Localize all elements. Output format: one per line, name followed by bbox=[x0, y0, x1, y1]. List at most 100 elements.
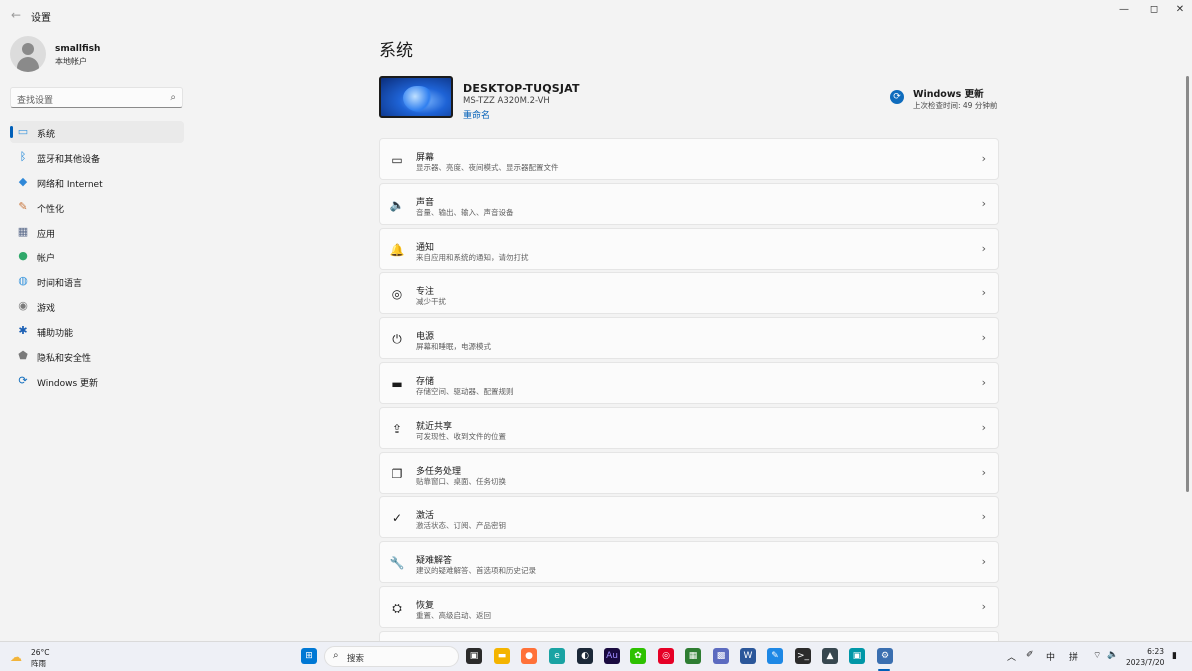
word-icon[interactable]: W bbox=[740, 648, 756, 664]
sidebar-item-label: 蓝牙和其他设备 bbox=[37, 154, 101, 165]
card-description: 音量、输出、输入、声音设备 bbox=[416, 207, 514, 217]
settings-card-speaker[interactable]: 🔈 声音 音量、输出、输入、声音设备 › bbox=[379, 182, 999, 225]
sidebar-item-shield[interactable]: ⬟ 隐私和安全性 bbox=[10, 345, 184, 367]
search-input[interactable]: 查找设置 ⌕ bbox=[10, 87, 183, 108]
sidebar-item-apps[interactable]: ▦ 应用 bbox=[10, 221, 184, 243]
wechat-icon[interactable]: ✿ bbox=[630, 648, 646, 664]
netease-music-icon[interactable]: ◎ bbox=[658, 648, 674, 664]
avatar[interactable] bbox=[10, 36, 46, 72]
minimize-button[interactable]: — bbox=[1110, 2, 1138, 18]
card-description: 重置、高级启动、返回 bbox=[416, 610, 491, 620]
chevron-right-icon: › bbox=[981, 599, 986, 613]
brush-icon: ✎ bbox=[18, 199, 28, 213]
chevron-right-icon: › bbox=[981, 241, 986, 255]
windows-update-icon: ⟳ bbox=[18, 373, 28, 387]
settings-card-power[interactable]: ⏻ 电源 屏幕和睡眠，电源模式 › bbox=[379, 317, 999, 360]
settings-card-focus[interactable]: ◎ 专注 减少干扰 › bbox=[379, 272, 999, 315]
settings-card-storage[interactable]: ▬ 存储 存储空间、驱动器、配置规则 › bbox=[379, 361, 999, 404]
taskbar-search[interactable]: ⌕ 搜索 bbox=[324, 646, 459, 667]
globe-clock-icon: ◍ bbox=[18, 274, 28, 288]
audition-icon[interactable]: Au bbox=[604, 648, 620, 664]
rename-link[interactable]: 重命名 bbox=[463, 108, 490, 121]
share-icon: ⇪ bbox=[391, 421, 403, 436]
maximize-button[interactable]: ◻ bbox=[1140, 2, 1168, 18]
close-button[interactable]: ✕ bbox=[1166, 2, 1192, 18]
sidebar-item-bluetooth[interactable]: ᛒ 蓝牙和其他设备 bbox=[10, 146, 184, 168]
settings-card-multitask[interactable]: ❐ 多任务处理 贴靠窗口、桌面、任务切换 › bbox=[379, 451, 999, 494]
start-icon[interactable]: ⊞ bbox=[301, 648, 317, 664]
terminal-icon[interactable]: >_ bbox=[795, 648, 811, 664]
scrollbar[interactable] bbox=[1186, 76, 1189, 492]
chevron-up-icon[interactable]: ︿ bbox=[1007, 650, 1016, 663]
sidebar-item-globe-clock[interactable]: ◍ 时间和语言 bbox=[10, 270, 184, 292]
card-description: 贴靠窗口、桌面、任务切换 bbox=[416, 476, 506, 486]
settings-card-wrench[interactable]: 🔧 疑难解答 建议的疑难解答、首选项和历史记录 › bbox=[379, 541, 999, 584]
card-description: 屏幕和睡眠，电源模式 bbox=[416, 342, 491, 352]
wallpaper-bloom-shape bbox=[403, 86, 433, 112]
taskbar: ☁ 26°C 阵雨 ⊞ ▣ ▬ ● e ◐ Au ✿ ◎ ▦ ▩ W ✎ >_ ▲ ▣ ⚙ ⌕ 搜索 ︿ ✐ 中… bbox=[0, 641, 1192, 671]
sidebar-item-account[interactable]: ● 帐户 bbox=[10, 245, 184, 267]
edge-icon[interactable]: e bbox=[549, 648, 565, 664]
settings-card-share[interactable]: ⇪ 就近共享 可发现性、收到文件的位置 › bbox=[379, 406, 999, 449]
gamepad-icon: ◉ bbox=[18, 299, 28, 313]
notification-icon[interactable]: ▮ bbox=[1172, 651, 1182, 662]
chevron-right-icon: › bbox=[981, 375, 986, 389]
volume-icon[interactable]: 🔈 bbox=[1107, 650, 1118, 660]
chevron-right-icon: › bbox=[981, 420, 986, 434]
paint-icon[interactable]: ✎ bbox=[767, 648, 783, 664]
settings-card-check-circle[interactable]: ✓ 激活 激活状态、订阅、产品密钥 › bbox=[379, 496, 999, 539]
windows-update-icon[interactable]: ⟳ bbox=[890, 90, 904, 104]
chevron-right-icon: › bbox=[981, 286, 986, 300]
chevron-right-icon: › bbox=[981, 196, 986, 210]
settings-card-recovery[interactable]: ⛭ 恢复 重置、高级启动、返回 › bbox=[379, 585, 999, 628]
sidebar-item-label: 系统 bbox=[37, 130, 56, 140]
app-green-icon[interactable]: ▦ bbox=[685, 648, 701, 664]
sidebar-item-label: 个性化 bbox=[37, 204, 65, 215]
remote-desktop-icon[interactable]: ▣ bbox=[849, 648, 865, 664]
pen-icon[interactable]: ✐ bbox=[1026, 650, 1034, 660]
weather-temp: 26°C bbox=[31, 648, 50, 657]
card-description: 来自应用和系统的通知，请勿打扰 bbox=[416, 252, 529, 262]
sidebar-item-label: Windows 更新 bbox=[37, 378, 99, 389]
card-description: 存储空间、驱动器、配置规则 bbox=[416, 386, 514, 396]
multitask-icon: ❐ bbox=[391, 466, 403, 481]
speaker-icon: 🔈 bbox=[389, 197, 405, 212]
chart-app-icon[interactable]: ▩ bbox=[713, 648, 729, 664]
sidebar: smallfish 本地帐户 查找设置 ⌕ ▭ 系统 ᛒ 蓝牙和其他设备 ◆ 网络和 In… bbox=[0, 30, 195, 640]
settings-card-bell[interactable]: 🔔 通知 来自应用和系统的通知，请勿打扰 › bbox=[379, 227, 999, 270]
back-arrow-icon[interactable]: ← bbox=[8, 7, 24, 23]
sidebar-item-system[interactable]: ▭ 系统 bbox=[10, 121, 184, 143]
sidebar-nav: ▭ 系统 ᛒ 蓝牙和其他设备 ◆ 网络和 Internet ✎ 个性化 ▦ 应用 ● 帐户 ◍ 时间和语言… bbox=[10, 121, 184, 395]
windows-update-title[interactable]: Windows 更新 bbox=[913, 86, 984, 100]
sidebar-item-wifi[interactable]: ◆ 网络和 Internet bbox=[10, 171, 184, 193]
clock-time: 6:23 bbox=[1147, 647, 1164, 656]
firefox-icon[interactable]: ● bbox=[521, 648, 537, 664]
ime-language[interactable]: 中 bbox=[1046, 650, 1055, 663]
check-circle-icon: ✓ bbox=[391, 511, 403, 526]
system-icon: ▭ bbox=[17, 125, 29, 138]
ime-mode[interactable]: 拼 bbox=[1069, 650, 1078, 663]
device-name: DESKTOP-TUQSJAT bbox=[463, 82, 580, 95]
network-icon[interactable]: ⌔ bbox=[1093, 650, 1101, 661]
power-icon: ⏻ bbox=[392, 332, 402, 347]
user-name: smallfish bbox=[55, 44, 101, 54]
sidebar-item-brush[interactable]: ✎ 个性化 bbox=[10, 196, 184, 218]
recovery-icon: ⛭ bbox=[392, 600, 402, 615]
steam-icon[interactable]: ◐ bbox=[577, 648, 593, 664]
task-view-icon[interactable]: ▣ bbox=[466, 648, 482, 664]
sidebar-item-accessibility[interactable]: ✱ 辅助功能 bbox=[10, 320, 184, 342]
search-placeholder: 查找设置 bbox=[17, 96, 54, 106]
sidebar-item-windows-update[interactable]: ⟳ Windows 更新 bbox=[10, 370, 184, 392]
apps-icon: ▦ bbox=[17, 224, 29, 238]
clock[interactable]: 6:23 2023/7/20 bbox=[1126, 646, 1164, 668]
bluetooth-icon: ᛒ bbox=[19, 149, 27, 163]
taskbar-search-placeholder: 搜索 bbox=[347, 654, 365, 664]
settings-card-display[interactable]: ▭ 屏幕 显示器、亮度、夜间模式、显示器配置文件 › bbox=[379, 138, 999, 180]
card-description: 可发现性、收到文件的位置 bbox=[416, 431, 506, 441]
file-explorer-icon[interactable]: ▬ bbox=[494, 648, 510, 664]
account-type: 本地帐户 bbox=[55, 57, 87, 66]
settings-icon[interactable]: ⚙ bbox=[877, 648, 893, 664]
sidebar-item-gamepad[interactable]: ◉ 游戏 bbox=[10, 295, 184, 317]
storage-icon: ▬ bbox=[391, 376, 403, 391]
pin-app-icon[interactable]: ▲ bbox=[822, 648, 838, 664]
